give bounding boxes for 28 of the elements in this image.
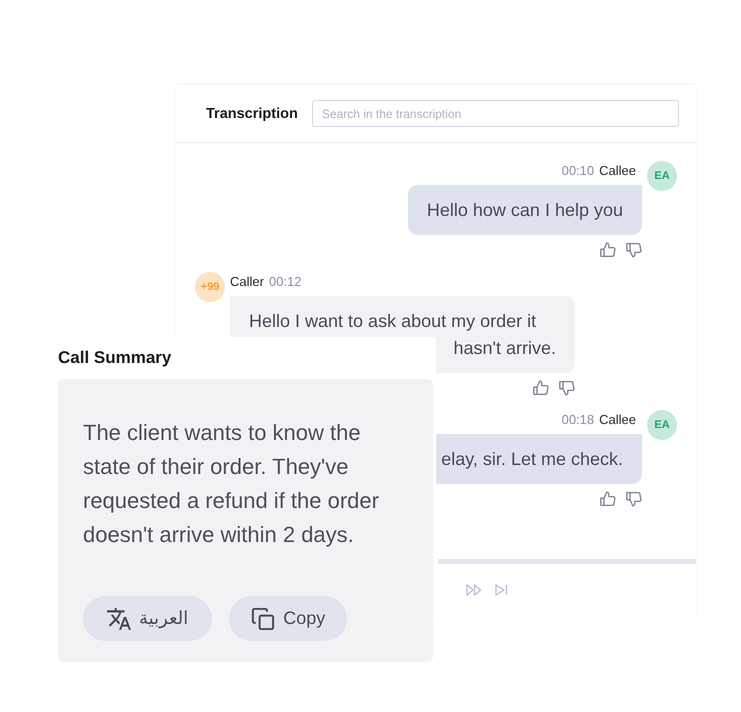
progress-track[interactable] — [438, 559, 696, 564]
avatar: +99 — [195, 272, 225, 302]
message-time: 00:12 — [268, 274, 302, 290]
summary-title: Call Summary — [58, 347, 172, 369]
summary-text: The client wants to know the state of their order. They've requested a refund if the order doesn't arrive within 2 days. — [83, 419, 380, 549]
search-field[interactable]: Search in the transcription — [312, 100, 679, 127]
transcription-title: Transcription — [206, 106, 298, 122]
avatar: EA — [647, 161, 677, 191]
message-time: 00:10 — [562, 163, 594, 179]
message-text: hasn't arrive. — [454, 336, 556, 360]
thumbs-down-icon[interactable] — [626, 242, 642, 258]
speaker-name: Callee — [599, 163, 636, 179]
translate-button[interactable]: العربية — [83, 596, 212, 641]
thumbs-up-icon[interactable] — [600, 491, 616, 507]
message-text: elay, sir. Let me check. — [441, 448, 623, 471]
message-time: 00:18 — [562, 412, 594, 428]
thumbs-up-icon[interactable] — [533, 380, 549, 396]
copy-button[interactable]: Copy — [229, 596, 348, 641]
translate-icon — [107, 608, 131, 630]
copy-icon — [251, 608, 276, 630]
thumbs-up-icon[interactable] — [600, 242, 616, 258]
message-text: Hello how can I help you — [426, 198, 623, 222]
thumbs-down-icon[interactable] — [559, 380, 575, 396]
avatar: EA — [647, 410, 677, 440]
speaker-name: Caller — [230, 274, 264, 290]
message-text: Hello I want to ask about my order it — [249, 310, 536, 333]
speaker-name: Callee — [599, 412, 636, 428]
thumbs-down-icon[interactable] — [626, 491, 642, 507]
